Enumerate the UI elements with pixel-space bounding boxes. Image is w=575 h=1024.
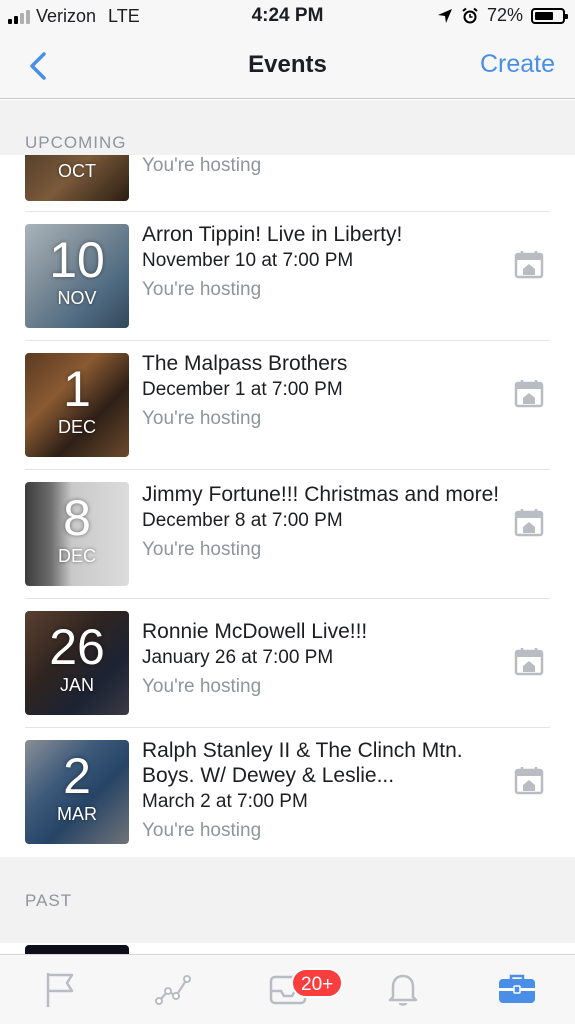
event-hosting-status: You're hosting bbox=[142, 408, 262, 429]
event-day: 1 bbox=[63, 361, 91, 417]
battery-icon bbox=[531, 7, 568, 24]
event-row[interactable]: 8 DEC Jimmy Fortune!!! Christmas and mor… bbox=[0, 470, 575, 599]
event-thumbnail: 10 NOV bbox=[25, 224, 129, 328]
event-month: NOV bbox=[57, 288, 97, 308]
calendar-home-icon[interactable] bbox=[514, 378, 544, 408]
event-date: March 2 at 7:00 PM bbox=[142, 791, 308, 812]
event-date: December 8 at 7:00 PM bbox=[142, 510, 343, 531]
event-date: December 1 at 7:00 PM bbox=[142, 379, 343, 400]
event-day: 10 bbox=[49, 232, 105, 288]
event-hosting-status: You're hosting bbox=[142, 279, 262, 300]
event-hosting-status: You're hosting bbox=[142, 539, 262, 560]
event-row[interactable]: 2 MAR Ralph Stanley II & The Clinch Mtn.… bbox=[0, 728, 575, 857]
event-date: November 10 at 7:00 PM bbox=[142, 250, 354, 271]
event-month: MAR bbox=[57, 804, 97, 824]
battery-percent: 72% bbox=[486, 5, 523, 25]
event-title: The Malpass Brothers bbox=[142, 352, 348, 375]
insights-icon[interactable] bbox=[154, 969, 194, 1009]
calendar-home-icon[interactable] bbox=[514, 507, 544, 537]
create-button[interactable]: Create bbox=[480, 50, 555, 79]
location-arrow-icon bbox=[437, 8, 452, 23]
event-month: OCT bbox=[58, 161, 96, 181]
event-title: Arron Tippin! Live in Liberty! bbox=[142, 223, 403, 246]
event-row[interactable]: 1 DEC The Malpass Brothers December 1 at… bbox=[0, 341, 575, 470]
event-title: Ralph Stanley II & The Clinch Mtn. Boys.… bbox=[142, 739, 463, 787]
event-hosting-status: You're hosting bbox=[142, 820, 262, 841]
briefcase-icon[interactable] bbox=[497, 969, 537, 1009]
status-bar: Verizon LTE 4:24 PM 72% bbox=[0, 0, 575, 34]
section-header-past: PAST bbox=[0, 857, 575, 943]
tab-bar: 20+ bbox=[0, 954, 575, 1024]
bell-icon[interactable] bbox=[383, 969, 423, 1009]
calendar-home-icon[interactable] bbox=[514, 765, 544, 795]
event-thumbnail: 26 JAN bbox=[25, 611, 129, 715]
event-thumbnail[interactable] bbox=[25, 945, 129, 954]
event-day: 26 bbox=[49, 619, 105, 675]
event-date: January 26 at 7:00 PM bbox=[142, 647, 334, 668]
event-row[interactable]: OCT You're hosting bbox=[0, 155, 575, 212]
event-month: DEC bbox=[57, 417, 96, 437]
alarm-clock-icon bbox=[462, 7, 478, 23]
past-list bbox=[0, 943, 575, 954]
event-thumbnail: 8 DEC bbox=[25, 482, 129, 586]
event-month: JAN bbox=[59, 675, 94, 695]
section-header-upcoming: UPCOMING bbox=[0, 100, 575, 155]
inbox-badge: 20+ bbox=[291, 968, 344, 998]
event-title: Ronnie McDowell Live!!! bbox=[142, 620, 368, 643]
event-day: 8 bbox=[63, 490, 91, 546]
event-thumbnail: 2 MAR bbox=[25, 740, 129, 844]
event-hosting-status: You're hosting bbox=[142, 676, 262, 697]
navigation-bar: Events Create bbox=[0, 34, 575, 99]
flag-icon[interactable] bbox=[40, 969, 80, 1009]
calendar-home-icon[interactable] bbox=[514, 646, 544, 676]
event-thumbnail: 1 DEC bbox=[25, 353, 129, 457]
event-hosting-status: You're hosting bbox=[142, 155, 262, 176]
event-thumbnail: OCT bbox=[25, 155, 129, 201]
upcoming-list: OCT You're hosting 10 NOV Arron Tippin! … bbox=[0, 155, 575, 857]
events-list[interactable]: UPCOMING OCT You're hosting 10 NOV Arron… bbox=[0, 100, 575, 954]
event-row[interactable]: 10 NOV Arron Tippin! Live in Liberty! No… bbox=[0, 212, 575, 341]
event-row[interactable]: 26 JAN Ronnie McDowell Live!!! January 2… bbox=[0, 599, 575, 728]
event-month: DEC bbox=[57, 546, 96, 566]
event-day: 2 bbox=[63, 748, 91, 804]
event-title: Jimmy Fortune!!! Christmas and more! bbox=[142, 483, 500, 506]
calendar-home-icon[interactable] bbox=[514, 249, 544, 279]
